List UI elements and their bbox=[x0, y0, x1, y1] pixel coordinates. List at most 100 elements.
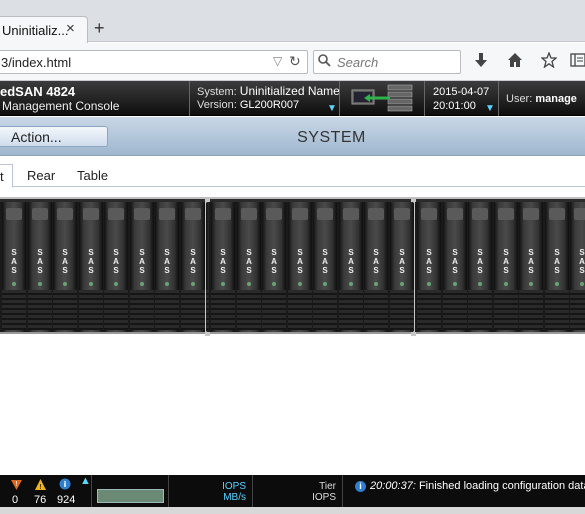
drive-slot[interactable]: SAS bbox=[79, 202, 103, 332]
drive-type-label: SAS bbox=[579, 248, 585, 275]
drive-slot[interactable]: SAS bbox=[390, 202, 414, 332]
drive-latch bbox=[523, 208, 539, 220]
info-alert-icon[interactable]: i bbox=[59, 478, 71, 493]
drive-type-label: SAS bbox=[88, 248, 94, 275]
drive-slot[interactable]: SAS bbox=[237, 202, 261, 332]
drive-slot[interactable]: SAS bbox=[545, 202, 569, 332]
drive-slot[interactable]: SAS bbox=[494, 202, 518, 332]
bookmark-star-icon[interactable] bbox=[540, 51, 558, 73]
drive-slot[interactable]: SAS bbox=[155, 202, 179, 332]
drive-led bbox=[427, 282, 431, 286]
drive-vent bbox=[2, 290, 26, 330]
drive-led bbox=[191, 282, 195, 286]
download-icon[interactable] bbox=[474, 52, 488, 73]
drive-latch bbox=[215, 208, 231, 220]
host-link-icon[interactable] bbox=[350, 84, 416, 112]
close-tab-icon[interactable]: × bbox=[66, 20, 75, 37]
drive-latch bbox=[32, 208, 48, 220]
drive-led bbox=[453, 282, 457, 286]
drive-slot[interactable]: SAS bbox=[53, 202, 77, 332]
new-tab-icon[interactable]: + bbox=[94, 18, 105, 39]
drive-type-label: SAS bbox=[426, 248, 432, 275]
drive-slot[interactable]: SAS bbox=[2, 202, 26, 332]
history-dropdown-icon[interactable]: ▽ bbox=[273, 54, 282, 68]
search-bar[interactable]: Search bbox=[313, 50, 461, 74]
drive-slot[interactable]: SAS bbox=[104, 202, 128, 332]
drive-type-label: SAS bbox=[373, 248, 379, 275]
info-count: 924 bbox=[57, 494, 76, 506]
user-name: manage bbox=[535, 93, 577, 105]
browser-tab[interactable]: Uninitializ... × bbox=[0, 16, 88, 43]
drive-chassis: SAS SAS SAS SAS SAS SAS SAS SAS bbox=[209, 202, 414, 332]
drive-led bbox=[298, 282, 302, 286]
drive-slot[interactable]: SAS bbox=[130, 202, 154, 332]
drive-vent bbox=[181, 290, 205, 330]
mbs-label: MB/s bbox=[223, 492, 246, 503]
drive-slot[interactable]: SAS bbox=[364, 202, 388, 332]
iops-cell[interactable]: IOPS MB/s bbox=[169, 475, 253, 507]
drive-vent bbox=[104, 290, 128, 330]
drive-vent bbox=[519, 290, 543, 330]
drive-vent bbox=[237, 290, 261, 330]
drive-latch bbox=[574, 208, 585, 220]
tab-front[interactable]: t bbox=[0, 164, 13, 188]
drive-slot[interactable]: SAS bbox=[28, 202, 52, 332]
drive-vent bbox=[545, 290, 569, 330]
reload-icon[interactable]: ↻ bbox=[289, 53, 301, 70]
tier-cell[interactable]: Tier IOPS bbox=[253, 475, 343, 507]
drive-type-label: SAS bbox=[399, 248, 405, 275]
message-text: Finished loading configuration data. bbox=[418, 480, 585, 492]
browser-tab-bar: Uninitializ... × + bbox=[0, 0, 585, 43]
drive-slot[interactable]: SAS bbox=[468, 202, 492, 332]
drive-led bbox=[400, 282, 404, 286]
svg-text:!: ! bbox=[15, 480, 18, 488]
product-name: edSAN 4824 bbox=[0, 84, 76, 99]
url-bar[interactable]: 3/index.html ▽ ↻ bbox=[0, 50, 308, 74]
drive-slot[interactable]: SAS bbox=[339, 202, 363, 332]
warning-alert-icon[interactable]: ! bbox=[34, 478, 47, 494]
enclosure-front-view[interactable]: SASSASSASSASSASSASSASSASSASSASSASSASSASS… bbox=[0, 197, 585, 336]
drive-vent bbox=[130, 290, 154, 330]
health-summary[interactable]: ! 0 ! 76 i 924 ▲ bbox=[0, 475, 92, 507]
tier-iops-label: IOPS bbox=[312, 492, 336, 503]
drive-type-label: SAS bbox=[246, 248, 252, 275]
system-info[interactable]: System: Uninitialized Name bbox=[197, 84, 340, 98]
status-message[interactable]: 20:00:37: Finished loading configuration… bbox=[370, 480, 585, 492]
drive-slot[interactable]: SAS bbox=[313, 202, 337, 332]
drive-slot[interactable]: SAS bbox=[443, 202, 467, 332]
drive-slot[interactable]: SAS bbox=[570, 202, 585, 332]
drive-latch bbox=[549, 208, 565, 220]
drive-latch bbox=[343, 208, 359, 220]
drive-vent bbox=[262, 290, 286, 330]
drive-slot[interactable]: SAS bbox=[262, 202, 286, 332]
drive-type-label: SAS bbox=[62, 248, 68, 275]
system-expand-arrow-icon[interactable]: ▼ bbox=[327, 103, 337, 114]
home-icon[interactable] bbox=[507, 52, 523, 73]
drive-slot[interactable]: SAS bbox=[417, 202, 441, 332]
drive-slot[interactable]: SAS bbox=[211, 202, 235, 332]
tab-table[interactable]: Table bbox=[69, 164, 116, 188]
drive-latch bbox=[498, 208, 514, 220]
performance-meter[interactable] bbox=[92, 475, 169, 507]
datetime-expand-arrow-icon[interactable]: ▼ bbox=[485, 103, 495, 114]
critical-alert-icon[interactable]: ! bbox=[10, 478, 23, 494]
drive-led bbox=[374, 282, 378, 286]
expand-up-arrow-icon[interactable]: ▲ bbox=[80, 475, 91, 487]
reading-list-icon[interactable] bbox=[570, 52, 585, 73]
drive-slot[interactable]: SAS bbox=[519, 202, 543, 332]
drive-latch bbox=[368, 208, 384, 220]
user-info[interactable]: User: manage bbox=[506, 93, 577, 105]
svg-text:!: ! bbox=[39, 483, 42, 491]
tab-rear[interactable]: Rear bbox=[19, 164, 63, 188]
drive-type-label: SAS bbox=[554, 248, 560, 275]
drive-led bbox=[247, 282, 251, 286]
drive-slot[interactable]: SAS bbox=[288, 202, 312, 332]
drive-latch bbox=[241, 208, 257, 220]
drive-latch bbox=[185, 208, 201, 220]
header-divider bbox=[424, 81, 425, 116]
drive-type-label: SAS bbox=[452, 248, 458, 275]
search-placeholder: Search bbox=[337, 55, 379, 70]
drive-type-label: SAS bbox=[477, 248, 483, 275]
drive-latch bbox=[317, 208, 333, 220]
drive-slot[interactable]: SAS bbox=[181, 202, 205, 332]
